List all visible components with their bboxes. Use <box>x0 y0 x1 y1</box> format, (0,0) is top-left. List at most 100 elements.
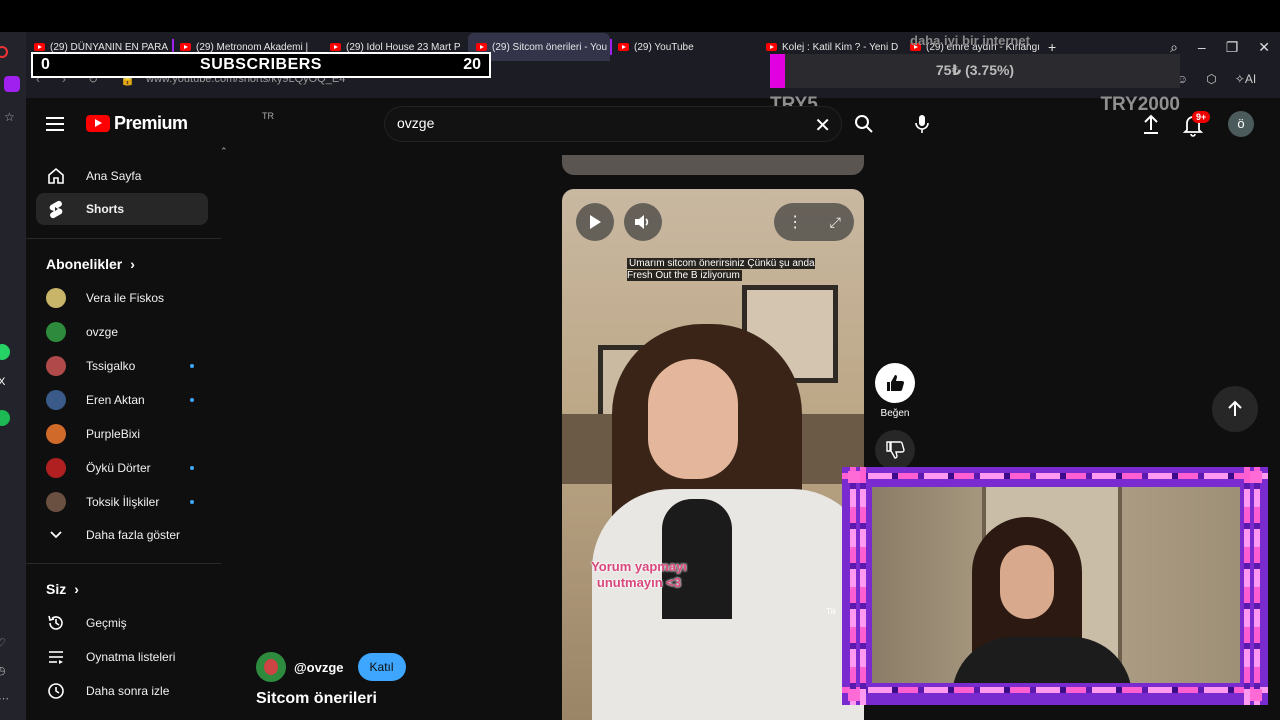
minimize-icon[interactable]: – <box>1198 39 1206 55</box>
search-button[interactable] <box>843 106 885 142</box>
history-icon <box>48 615 63 630</box>
ai-button[interactable]: ✧AI <box>1235 72 1256 86</box>
sidebar-item-watch-later[interactable]: Daha sonra izle <box>36 675 208 707</box>
whatsapp-icon[interactable] <box>0 344 10 360</box>
upload-icon <box>1144 114 1158 134</box>
sidebar-sub-tssigalko[interactable]: Tssigalko <box>36 350 208 382</box>
channel-avatar <box>46 492 66 512</box>
channel-avatar <box>46 356 66 376</box>
youtube-tab-icon <box>34 43 45 51</box>
browser-extensions: ☺ ⬡ ✧AI <box>1176 72 1256 86</box>
window-controls: ⌕ – ❐ ✕ <box>1170 32 1280 62</box>
chevron-down-icon <box>50 531 62 539</box>
screen: ☆ X ♡ ◷ ⋯ (29) DÜNYANIN EN PARA (29) Met… <box>0 0 1280 720</box>
donation-goal-title: daha iyi bir internet <box>910 33 1030 48</box>
star-icon[interactable]: ☆ <box>4 110 20 126</box>
playlist-icon <box>49 651 63 664</box>
sidebar-show-more[interactable]: Daha fazla göster <box>36 519 208 551</box>
play-button[interactable] <box>576 203 614 241</box>
sidebar-sub-ovzge[interactable]: ovzge <box>36 316 208 348</box>
chevron-right-icon: › <box>130 256 135 272</box>
sidebar-sub-eren[interactable]: Eren Aktan <box>36 384 208 416</box>
dislike-button[interactable] <box>875 430 915 470</box>
fullscreen-icon[interactable]: ⤢ <box>830 214 841 231</box>
channel-row: @ovzge Katıl <box>256 652 406 682</box>
channel-avatar <box>46 424 66 444</box>
sidebar-item-playlists[interactable]: Oynatma listeleri <box>36 641 208 673</box>
sidebar-sub-vera[interactable]: Vera ile Fiskos <box>36 282 208 314</box>
clock-icon[interactable]: ◷ <box>0 664 12 680</box>
browser-side-strip: ☆ X ♡ ◷ ⋯ <box>0 32 26 720</box>
you-header[interactable]: Siz › <box>46 581 79 597</box>
person-face <box>648 359 738 479</box>
video-caption: Umarım sitcom önerirsiniz Çünkü şu anda … <box>627 258 815 281</box>
streamer-face <box>1000 545 1054 619</box>
sidebar-sub-purplebixi[interactable]: PurpleBixi <box>36 418 208 450</box>
home-icon <box>48 167 64 184</box>
tab-5[interactable]: (29) YouTube <box>610 33 758 61</box>
tiktok-watermark: Tik <box>826 607 837 616</box>
sidebar-item-history[interactable]: Geçmiş <box>36 607 208 639</box>
webcam-overlay <box>842 467 1268 705</box>
youtube-premium-logo[interactable]: Premium TR <box>86 111 274 134</box>
shorts-icon <box>49 200 63 219</box>
top-black-bar <box>0 0 1280 32</box>
channel-avatar <box>46 322 66 342</box>
youtube-logo-icon <box>86 115 110 132</box>
thumbs-down-icon <box>886 441 905 459</box>
previous-short-thumbnail[interactable] <box>562 155 864 175</box>
new-content-dot <box>190 398 194 402</box>
search-icon <box>855 115 873 133</box>
voice-search-button[interactable] <box>904 106 940 142</box>
upload-button[interactable] <box>1138 112 1164 138</box>
opera-icon[interactable] <box>0 46 8 58</box>
short-title: Sitcom önerileri <box>256 690 377 707</box>
new-content-dot <box>190 466 194 470</box>
webcam-feed <box>872 487 1240 683</box>
new-content-dot <box>190 364 194 368</box>
spotify-icon[interactable] <box>0 410 10 426</box>
channel-avatar <box>46 390 66 410</box>
video-overlay-text: Yorum yapmayı unutmayın <3 <box>591 559 687 590</box>
like-button[interactable] <box>875 363 915 403</box>
mic-icon <box>915 115 929 133</box>
channel-avatar[interactable] <box>256 652 286 682</box>
menu-icon[interactable] <box>46 117 64 131</box>
subscriber-goal-overlay: 0 SUBSCRIBERS 20 <box>31 52 491 78</box>
youtube-tab-icon <box>330 43 341 51</box>
more-options-icon[interactable]: ⋮ <box>787 212 803 232</box>
channel-avatar <box>46 288 66 308</box>
join-button[interactable]: Katıl <box>357 653 406 681</box>
thumbs-up-icon <box>887 375 904 392</box>
sidebar-sub-toksik[interactable]: Toksik İlişkiler <box>36 486 208 518</box>
cube-icon[interactable]: ⬡ <box>1206 72 1216 86</box>
clock-icon <box>48 683 64 699</box>
previous-short-button[interactable] <box>1212 386 1258 432</box>
x-icon[interactable]: X <box>0 376 14 392</box>
account-avatar[interactable]: ö <box>1228 111 1254 137</box>
heart-icon[interactable]: ♡ <box>0 636 12 652</box>
like-label: Beğen <box>880 408 910 419</box>
sidebar-item-shorts[interactable]: Shorts <box>36 193 208 225</box>
sidebar-sub-oyku[interactable]: Öykü Dörter <box>36 452 208 484</box>
restore-icon[interactable]: ❐ <box>1226 39 1239 56</box>
close-icon[interactable]: ✕ <box>1258 39 1270 56</box>
channel-name[interactable]: @ovzge <box>294 660 344 675</box>
home-icon[interactable] <box>4 76 20 92</box>
subscriptions-header[interactable]: Abonelikler › <box>46 256 135 272</box>
volume-button[interactable] <box>624 203 662 241</box>
play-icon <box>590 215 601 229</box>
short-video-player[interactable]: ⋮ ⤢ Umarım sitcom önerirsiniz Çünkü şu a… <box>562 189 864 720</box>
notification-badge: 9+ <box>1192 111 1211 123</box>
arrow-up-icon <box>1228 400 1242 416</box>
sidebar-scroll-up-icon[interactable]: ⌃ <box>220 146 228 157</box>
search-box: ✕ <box>384 106 842 142</box>
clear-search-icon[interactable]: ✕ <box>814 113 831 138</box>
volume-icon <box>635 215 649 229</box>
sidebar-item-home[interactable]: Ana Sayfa <box>36 160 208 192</box>
new-content-dot <box>190 500 194 504</box>
ai-icon: ✧ <box>1234 72 1245 86</box>
youtube-tab-icon <box>618 43 629 51</box>
search-input[interactable] <box>397 115 797 131</box>
more-icon[interactable]: ⋯ <box>0 692 14 708</box>
